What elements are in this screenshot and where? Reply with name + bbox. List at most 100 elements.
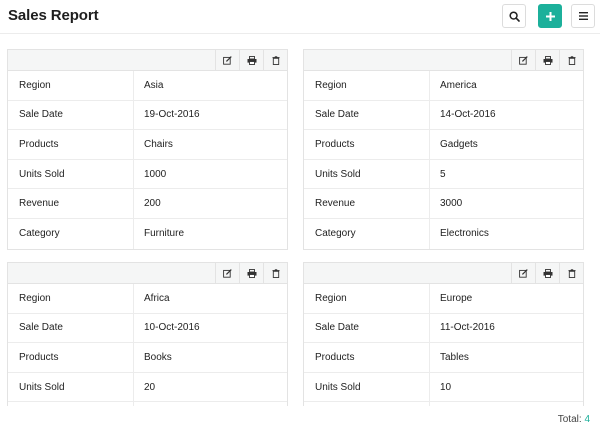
field-row: Region Africa: [8, 284, 287, 314]
trash-icon: [272, 268, 279, 278]
field-row: Sale Date 10-Oct-2016: [8, 313, 287, 344]
field-label: Products: [8, 343, 134, 372]
field-value: 20: [144, 381, 156, 393]
print-icon: [247, 268, 256, 278]
field-label: Units Sold: [304, 372, 430, 402]
field-row: Category Furniture: [8, 218, 287, 249]
page-title: Sales Report: [8, 7, 99, 24]
field-label: [304, 402, 430, 406]
edit-icon: [519, 55, 528, 65]
field-label: Sale Date: [8, 313, 134, 343]
field-label: Region: [304, 71, 430, 100]
print-icon: [543, 268, 552, 278]
field-value: [134, 402, 287, 406]
delete-button[interactable]: [263, 263, 287, 283]
record-card: Region Africa Sale Date 10-Oct-2016 Produc…: [7, 262, 288, 406]
print-button[interactable]: [535, 263, 559, 283]
card-toolbar: [304, 263, 583, 284]
field-row: Units Sold 20: [8, 372, 287, 403]
add-record-button[interactable]: [538, 4, 562, 28]
card-toolbar: [8, 263, 287, 284]
record-card: Region America Sale Date 14-Oct-2016 Produ…: [303, 49, 584, 250]
print-button[interactable]: [535, 50, 559, 70]
field-row: Revenue 200: [8, 189, 287, 219]
field-value: 10-Oct-2016: [144, 322, 200, 334]
card-toolbar: [304, 50, 583, 71]
search-icon: [508, 10, 520, 22]
delete-button[interactable]: [263, 50, 287, 70]
field-label: Revenue: [8, 189, 134, 218]
field-value: 1000: [144, 168, 167, 180]
field-row: Sale Date 19-Oct-2016: [8, 100, 287, 131]
field-label: Region: [304, 284, 430, 313]
total-label: Total:: [557, 414, 582, 425]
field-row: [8, 402, 287, 406]
field-value: 5: [440, 168, 446, 180]
field-value: Europe: [440, 292, 473, 304]
field-label: Units Sold: [304, 159, 430, 189]
field-label: Sale Date: [304, 100, 430, 130]
field-label: Products: [8, 130, 134, 159]
top-bar: Sales Report: [0, 0, 600, 34]
total-value: 4: [584, 414, 590, 425]
field-label: Sale Date: [304, 313, 430, 343]
field-value: Tables: [440, 351, 469, 363]
print-button[interactable]: [239, 263, 263, 283]
field-value: 14-Oct-2016: [440, 109, 496, 121]
field-row: Region Asia: [8, 71, 287, 101]
delete-button[interactable]: [559, 50, 583, 70]
field-value: 3000: [440, 198, 463, 210]
delete-button[interactable]: [559, 263, 583, 283]
field-row: Region America: [304, 71, 583, 101]
field-value: [430, 402, 583, 406]
field-row: Products Chairs: [8, 130, 287, 160]
field-row: Units Sold 1000: [8, 159, 287, 190]
edit-icon: [519, 268, 528, 278]
field-label: Products: [304, 130, 430, 159]
trash-icon: [568, 55, 575, 65]
edit-button[interactable]: [511, 50, 535, 70]
field-row: Revenue 3000: [304, 189, 583, 219]
field-row: Products Gadgets: [304, 130, 583, 160]
field-value: 19-Oct-2016: [144, 109, 200, 121]
field-label: Sale Date: [8, 100, 134, 130]
edit-button[interactable]: [215, 263, 239, 283]
field-value: Africa: [144, 292, 170, 304]
card-toolbar: [8, 50, 287, 71]
edit-icon: [223, 268, 232, 278]
field-label: Category: [8, 218, 134, 249]
print-button[interactable]: [239, 50, 263, 70]
menu-button[interactable]: [571, 4, 595, 28]
trash-icon: [568, 268, 575, 278]
record-card: Region Asia Sale Date 19-Oct-2016 Products…: [7, 49, 288, 250]
field-row: Units Sold 5: [304, 159, 583, 190]
print-icon: [247, 55, 256, 65]
field-value: 200: [144, 198, 161, 210]
edit-icon: [223, 55, 232, 65]
field-row: Category Electronics: [304, 218, 583, 249]
field-value: America: [440, 79, 477, 91]
field-value: Chairs: [144, 138, 173, 150]
field-label: [8, 402, 134, 406]
field-value: Books: [144, 351, 172, 363]
field-row: Products Tables: [304, 343, 583, 373]
field-row: Sale Date 11-Oct-2016: [304, 313, 583, 344]
field-label: Region: [8, 71, 134, 100]
edit-button[interactable]: [511, 263, 535, 283]
record-card: Region Europe Sale Date 11-Oct-2016 Produc…: [303, 262, 584, 406]
field-label: Units Sold: [8, 372, 134, 402]
records-grid[interactable]: Region Asia Sale Date 19-Oct-2016 Products…: [0, 35, 600, 406]
field-row: [304, 402, 583, 406]
field-row: Products Books: [8, 343, 287, 373]
edit-button[interactable]: [215, 50, 239, 70]
plus-icon: [545, 11, 555, 21]
field-value: Furniture: [144, 228, 185, 240]
search-button[interactable]: [502, 4, 526, 28]
field-row: Sale Date 14-Oct-2016: [304, 100, 583, 131]
field-value: 11-Oct-2016: [440, 322, 495, 334]
total-count: Total: 4: [558, 414, 590, 425]
field-value: Electronics: [440, 228, 489, 240]
field-label: Products: [304, 343, 430, 372]
field-label: Units Sold: [8, 159, 134, 189]
trash-icon: [272, 55, 279, 65]
